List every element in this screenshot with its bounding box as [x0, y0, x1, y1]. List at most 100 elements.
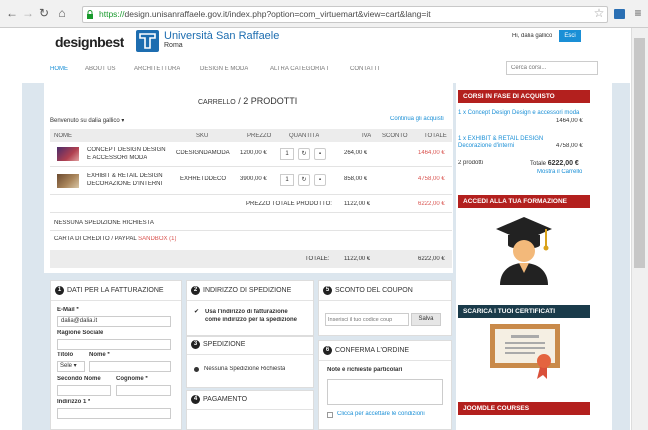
- first-name-field[interactable]: [89, 361, 171, 372]
- welcome-user[interactable]: Benvenuto su dalia gallico ▾: [50, 117, 124, 124]
- use-billing-checkbox[interactable]: ✔: [193, 309, 200, 316]
- step-number: 3: [191, 340, 200, 349]
- login-section-title: ACCEDI ALLA TUA FORMAZIONE: [458, 195, 590, 208]
- delete-icon[interactable]: ▪: [314, 174, 326, 186]
- nav-about-us[interactable]: ABOUT US: [85, 66, 116, 72]
- cart-course-2[interactable]: 1 x EXHIBIT & RETAIL DESIGN Decorazione …: [458, 136, 558, 150]
- title-select[interactable]: Sele ▾: [57, 361, 85, 372]
- nav-architettura[interactable]: ARCHITETTURA: [134, 66, 180, 72]
- step-number: 6: [323, 346, 332, 355]
- company-field[interactable]: [57, 339, 171, 350]
- surname-field[interactable]: [116, 385, 171, 396]
- coupon-input[interactable]: [325, 313, 409, 326]
- product-name-line2[interactable]: E ACCESSORI MODA: [87, 155, 147, 161]
- use-billing-label-2: come indirizzo per la spedizione: [205, 317, 298, 323]
- product-tax: 858,00 €: [344, 176, 368, 182]
- certificate-icon: [490, 324, 560, 379]
- user-greeting: Hi, dalia gallico: [512, 33, 553, 39]
- address-label: Indirizzo 1 *: [57, 399, 91, 405]
- url-scheme: https://: [99, 9, 125, 19]
- step-number: 1: [55, 286, 64, 295]
- reload-icon[interactable]: ↻: [38, 6, 50, 20]
- grand-total-label: TOTALE:: [305, 256, 330, 262]
- col-sku: SKU: [196, 133, 209, 139]
- email-label: E-Mail *: [57, 307, 79, 313]
- delete-icon[interactable]: ▪: [314, 148, 326, 160]
- product-thumbnail[interactable]: [57, 147, 79, 161]
- divider: [50, 230, 452, 231]
- continue-shopping-link[interactable]: Continua gli acquisti: [390, 116, 444, 122]
- product-price: 1200,00 €: [240, 150, 267, 156]
- brand-logo: designbest: [55, 34, 124, 50]
- university-city: Roma: [164, 42, 183, 49]
- product-name-line1[interactable]: CONCEPT DESIGN DESIGN: [87, 147, 166, 153]
- terms-link[interactable]: Clicca per accettare le condizioni: [337, 411, 425, 417]
- university-logo: [136, 30, 159, 52]
- scrollbar-thumb[interactable]: [634, 38, 645, 268]
- shipping-method: NESSUNA SPEDIZIONE RICHIESTA: [54, 220, 154, 226]
- product-total: 1464,00 €: [418, 150, 445, 156]
- product-sku: CDESIGNDAMODA: [176, 150, 230, 156]
- product-name-line2[interactable]: DECORAZIONE D'INTERNI: [87, 181, 162, 187]
- divider: [187, 409, 313, 410]
- graduate-icon: [496, 217, 552, 285]
- product-thumbnail[interactable]: [57, 174, 79, 188]
- divider: [50, 212, 452, 213]
- product-price: 3900,00 €: [240, 176, 267, 182]
- nav-design-moda[interactable]: DESIGN E MODA: [200, 66, 248, 72]
- quantity-input[interactable]: 1: [280, 148, 294, 160]
- email-field[interactable]: dalia@dalia.it: [57, 316, 171, 327]
- university-name: Università San Raffaele: [164, 30, 280, 42]
- col-discount: SCONTO: [382, 133, 408, 139]
- product-total-tax: 1122,00 €: [344, 201, 371, 207]
- divider: [51, 300, 181, 301]
- grand-total-value: 6222,00 €: [418, 256, 445, 262]
- certificates-section-title: SCARICA I TUOI CERTIFICATI: [458, 305, 590, 318]
- step-number: 5: [323, 286, 332, 295]
- star-icon[interactable]: ☆: [593, 6, 605, 20]
- product-total-value: 6222,00 €: [418, 201, 445, 207]
- nav-altra-categoria[interactable]: ALTRA CATEGORIA I: [270, 66, 328, 72]
- extension-icon[interactable]: [614, 9, 625, 19]
- forward-icon[interactable]: →: [22, 6, 34, 20]
- shipping-address-title: INDIRIZZO DI SPEDIZIONE: [203, 287, 292, 294]
- coupon-title: SCONTO DEL COUPON: [335, 287, 413, 294]
- product-total-label: PREZZO TOTALE PRODOTTO:: [246, 201, 332, 207]
- notes-textarea[interactable]: [327, 379, 443, 405]
- col-tax: IVA: [362, 133, 372, 139]
- logout-button[interactable]: Esci: [559, 30, 581, 42]
- courses-in-cart-title: CORSI IN FASE DI ACQUISTO: [458, 90, 590, 103]
- quantity-input[interactable]: 1: [280, 174, 294, 186]
- first-name-label: Nome *: [89, 352, 110, 358]
- grand-total-tax: 1122,00 €: [344, 256, 371, 262]
- coupon-save-button[interactable]: Salva: [411, 313, 441, 326]
- address-field[interactable]: [57, 408, 171, 419]
- product-total: 4758,00 €: [418, 176, 445, 182]
- step-number: 4: [191, 395, 200, 404]
- cart-title: CARRELLO / 2 PRODOTTI: [198, 96, 298, 106]
- company-label: Ragione Sociale: [57, 330, 104, 336]
- joomdle-courses-title: JOOMDLE COURSES: [458, 402, 590, 415]
- address-bar[interactable]: https://design.unisanraffaele.gov.it/ind…: [82, 6, 608, 23]
- search-input[interactable]: [506, 61, 598, 75]
- update-icon[interactable]: ↻: [298, 148, 310, 160]
- divider: [319, 360, 451, 361]
- divider: [50, 166, 452, 167]
- confirm-title: CONFERMA L'ORDINE: [335, 347, 410, 354]
- back-icon[interactable]: ←: [6, 6, 18, 20]
- cart-course-1-price: 1464,00 €: [556, 118, 583, 124]
- update-icon[interactable]: ↻: [298, 174, 310, 186]
- terms-checkbox[interactable]: [327, 412, 333, 418]
- middle-name-field[interactable]: [57, 385, 111, 396]
- payment-title: PAGAMENTO: [203, 396, 248, 403]
- cart-count: 2 prodotti: [458, 160, 484, 166]
- home-icon[interactable]: ⌂: [56, 6, 68, 20]
- product-name-line1[interactable]: EXHIBIT & RETAIL DESIGN: [87, 173, 163, 179]
- menu-icon[interactable]: ≡: [632, 6, 644, 20]
- cart-course-1[interactable]: 1 x Concept Design Design e accessori mo…: [458, 110, 592, 117]
- middle-name-label: Secondo Nome: [57, 376, 101, 382]
- shipment-radio[interactable]: [194, 367, 199, 372]
- nav-home[interactable]: HOME: [50, 66, 68, 72]
- nav-contatti[interactable]: CONTATTI: [350, 66, 379, 72]
- show-cart-link[interactable]: Mostra il Carrello: [537, 169, 582, 175]
